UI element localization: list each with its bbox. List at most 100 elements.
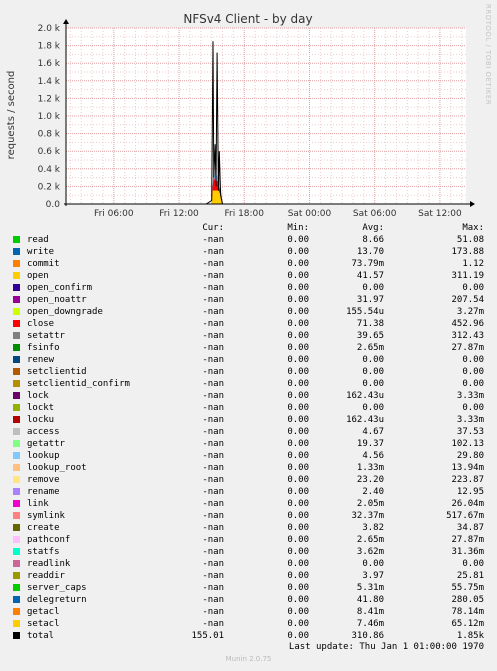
legend-max: 34.87 <box>456 523 484 533</box>
legend-min: 0.00 <box>287 511 309 521</box>
legend-cur: -nan <box>202 451 224 461</box>
legend-cur: -nan <box>202 331 224 341</box>
legend-max: 102.13 <box>451 439 484 449</box>
legend-swatch <box>13 476 20 483</box>
legend-row-setclientid-confirm: setclientid_confirm -nan 0.00 0.00 0.00 <box>0 378 497 390</box>
legend-swatch <box>13 356 20 363</box>
legend-cur: -nan <box>202 391 224 401</box>
legend-cur: -nan <box>202 415 224 425</box>
legend-row-lookup: lookup -nan 0.00 4.56 29.80 <box>0 450 497 462</box>
legend-swatch <box>13 368 20 375</box>
legend-min: 0.00 <box>287 271 309 281</box>
legend-row-open-noattr: open_noattr -nan 0.00 31.97 207.54 <box>0 294 497 306</box>
legend-avg: 0.00 <box>362 367 384 377</box>
legend-avg: 2.05m <box>356 499 384 509</box>
y-tick-label: 0.4 k <box>38 165 61 175</box>
legend-avg: 0.00 <box>362 283 384 293</box>
x-tick-labels: Fri 06:00 Fri 12:00 Fri 18:00 Sat 00:00 Sat … <box>94 209 462 219</box>
legend-cur: -nan <box>202 475 224 485</box>
last-update: Last update: Thu Jan 1 01:00:00 1970 <box>288 642 484 652</box>
legend-avg: 3.82 <box>362 523 384 533</box>
legend-cur: -nan <box>202 619 224 629</box>
legend-row-lock: lock -nan 0.00 162.43u 3.33m <box>0 390 497 402</box>
legend-row-locku: locku -nan 0.00 162.43u 3.33m <box>0 414 497 426</box>
legend-row-open-downgrade: open_downgrade -nan 0.00 155.54u 3.27m <box>0 306 497 318</box>
legend-row-readlink: readlink -nan 0.00 0.00 0.00 <box>0 558 497 570</box>
legend-max: 12.95 <box>456 487 484 497</box>
legend-swatch <box>13 536 20 543</box>
legend-row-getacl: getacl -nan 0.00 8.41m 78.14m <box>0 606 497 618</box>
legend-max: 78.14m <box>451 607 484 617</box>
legend-min: 0.00 <box>287 535 309 545</box>
legend-name: link <box>27 499 49 509</box>
legend-max: 31.36m <box>451 547 484 557</box>
legend-max: 3.33m <box>456 391 484 401</box>
legend-swatch <box>13 512 20 519</box>
legend-min: 0.00 <box>287 307 309 317</box>
legend-max: 55.75m <box>451 583 484 593</box>
legend-avg: 5.31m <box>356 583 384 593</box>
legend-row-link: link -nan 0.00 2.05m 26.04m <box>0 498 497 510</box>
x-tick-label: Fri 18:00 <box>224 209 264 219</box>
legend-name: open_noattr <box>27 295 87 305</box>
legend-row-access: access -nan 0.00 4.67 37.53 <box>0 426 497 438</box>
header-max: Max: <box>462 223 484 233</box>
y-axis-arrow <box>63 19 69 24</box>
legend-min: 0.00 <box>287 283 309 293</box>
legend-swatch <box>13 596 20 603</box>
legend-name: access <box>27 427 60 437</box>
legend-row-write: write -nan 0.00 13.70 173.88 <box>0 246 497 258</box>
legend-min: 0.00 <box>287 487 309 497</box>
legend-max: 27.87m <box>451 343 484 353</box>
legend-row-renew: renew -nan 0.00 0.00 0.00 <box>0 354 497 366</box>
legend-swatch <box>13 404 20 411</box>
legend-avg: 13.70 <box>356 247 384 257</box>
legend-max: 173.88 <box>451 247 484 257</box>
legend-cur: 155.01 <box>191 631 224 641</box>
legend-cur: -nan <box>202 439 224 449</box>
legend-row-lookup-root: lookup_root -nan 0.00 1.33m 13.94m <box>0 462 497 474</box>
legend-min: 0.00 <box>287 439 309 449</box>
legend-row-commit: commit -nan 0.00 73.79m 1.12 <box>0 258 497 270</box>
legend-max: 0.00 <box>462 559 484 569</box>
legend-swatch <box>13 296 20 303</box>
legend-swatch <box>13 440 20 447</box>
legend-cur: -nan <box>202 367 224 377</box>
legend-avg: 2.65m <box>356 343 384 353</box>
legend-name: server_caps <box>27 583 87 593</box>
legend-cur: -nan <box>202 259 224 269</box>
legend-swatch <box>13 380 20 387</box>
legend-name: close <box>27 319 55 329</box>
legend-max: 3.27m <box>456 307 484 317</box>
legend-avg: 3.62m <box>356 547 384 557</box>
legend-avg: 0.00 <box>362 379 384 389</box>
y-axis-label: requests / second <box>6 71 17 160</box>
legend-min: 0.00 <box>287 463 309 473</box>
legend-name: setclientid_confirm <box>27 379 130 389</box>
legend-swatch <box>13 620 20 627</box>
legend-name: fsinfo <box>27 343 60 353</box>
legend-max: 1.12 <box>462 259 484 269</box>
y-tick-label: 1.2 k <box>38 94 61 104</box>
legend-swatch <box>13 560 20 567</box>
legend-avg: 8.41m <box>356 607 384 617</box>
legend-max: 223.87 <box>451 475 484 485</box>
legend-cur: -nan <box>202 535 224 545</box>
legend-avg: 41.80 <box>356 595 384 605</box>
legend-avg: 0.00 <box>362 559 384 569</box>
legend-avg: 7.46m <box>356 619 384 629</box>
legend-cur: -nan <box>202 379 224 389</box>
legend-min: 0.00 <box>287 343 309 353</box>
legend-row-total: total 155.01 0.00 310.86 1.85k <box>0 630 497 642</box>
legend-min: 0.00 <box>287 367 309 377</box>
legend-min: 0.00 <box>287 427 309 437</box>
legend-max: 26.04m <box>451 499 484 509</box>
legend-min: 0.00 <box>287 403 309 413</box>
legend-name: setclientid <box>27 367 87 377</box>
legend-name: rename <box>27 487 60 497</box>
legend-swatch <box>13 548 20 555</box>
legend-swatch <box>13 500 20 507</box>
legend-swatch <box>13 464 20 471</box>
legend-cur: -nan <box>202 559 224 569</box>
legend-min: 0.00 <box>287 499 309 509</box>
